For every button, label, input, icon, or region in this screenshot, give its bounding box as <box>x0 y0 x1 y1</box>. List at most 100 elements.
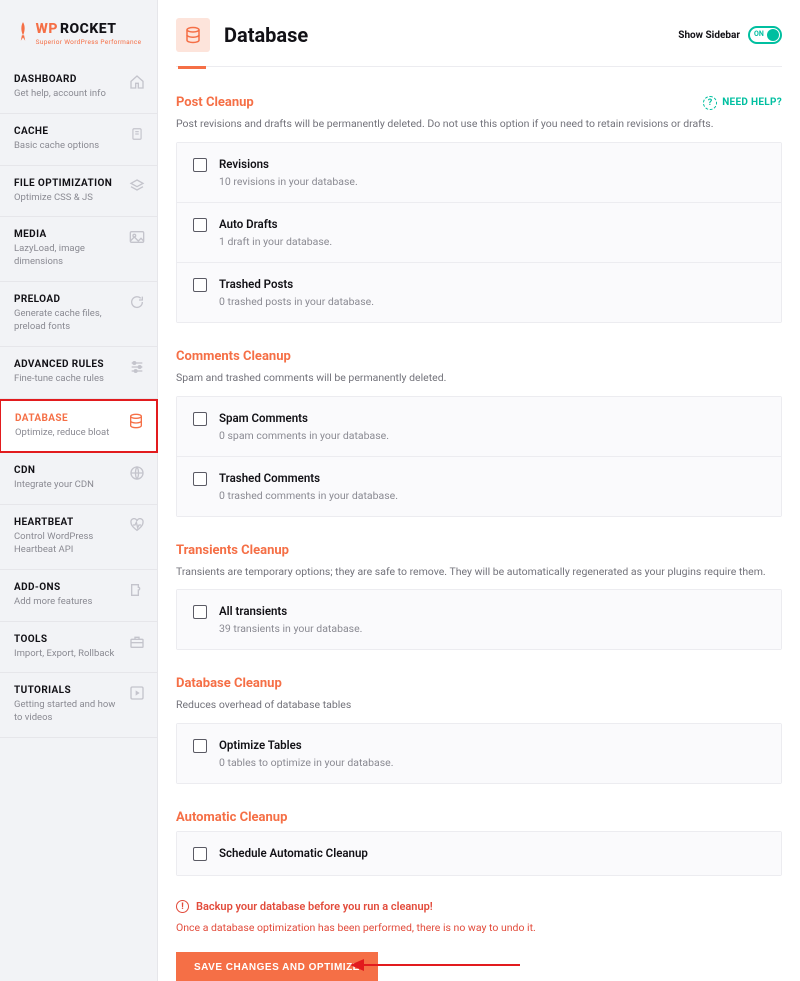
globe-icon <box>129 465 145 481</box>
option-sub: 1 draft in your database. <box>219 235 332 248</box>
option-title: All transients <box>219 604 362 618</box>
section-title: Transients Cleanup <box>176 543 289 558</box>
puzzle-icon <box>129 582 145 598</box>
section-desc: Post revisions and drafts will be perman… <box>176 116 782 132</box>
option-sub: 0 trashed posts in your database. <box>219 295 374 308</box>
sidebar-item-heartbeat[interactable]: HEARTBEAT Control WordPress Heartbeat AP… <box>0 505 157 570</box>
checkbox[interactable] <box>193 218 207 232</box>
sidebar-item-sublabel: Control WordPress Heartbeat API <box>14 531 123 557</box>
sidebar-item-label: ADD-ONS <box>14 582 123 593</box>
option-schedule-cleanup: Schedule Automatic Cleanup <box>177 832 781 875</box>
image-icon <box>129 229 145 245</box>
sidebar-item-label: PRELOAD <box>14 294 123 305</box>
sidebar-item-media[interactable]: MEDIA LazyLoad, image dimensions <box>0 217 157 282</box>
sidebar-item-advanced-rules[interactable]: ADVANCED RULES Fine-tune cache rules <box>0 347 157 399</box>
file-icon <box>129 126 145 142</box>
option-sub: 10 revisions in your database. <box>219 175 358 188</box>
sidebar-item-sublabel: Generate cache files, preload fonts <box>14 308 123 334</box>
sidebar-item-label: TOOLS <box>14 634 123 645</box>
refresh-icon <box>129 294 145 310</box>
option-optimize-tables: Optimize Tables 0 tables to optimize in … <box>177 724 781 783</box>
play-icon <box>129 685 145 701</box>
option-auto-drafts: Auto Drafts 1 draft in your database. <box>177 203 781 263</box>
sidebar-item-label: DATABASE <box>15 413 122 424</box>
sidebar-item-label: TUTORIALS <box>14 685 123 696</box>
sidebar-item-label: HEARTBEAT <box>14 517 123 528</box>
sidebar-item-label: MEDIA <box>14 229 123 240</box>
sidebar-item-addons[interactable]: ADD-ONS Add more features <box>0 570 157 622</box>
brand-tagline: Superior WordPress Performance <box>36 38 142 46</box>
sidebar-item-sublabel: Fine-tune cache rules <box>14 373 123 386</box>
toolbox-icon <box>129 634 145 650</box>
checkbox[interactable] <box>193 605 207 619</box>
option-trashed-comments: Trashed Comments 0 trashed comments in y… <box>177 457 781 516</box>
section-desc: Transients are temporary options; they a… <box>176 564 782 580</box>
sidebar-item-tutorials[interactable]: TUTORIALS Getting started and how to vid… <box>0 673 157 738</box>
rocket-icon <box>16 21 30 43</box>
checkbox[interactable] <box>193 278 207 292</box>
sidebar-item-sublabel: LazyLoad, image dimensions <box>14 243 123 269</box>
section-database-cleanup: Database Cleanup Reduces overhead of dat… <box>176 676 782 784</box>
sidebar-item-sublabel: Basic cache options <box>14 140 123 153</box>
option-title: Revisions <box>219 157 358 171</box>
option-trashed-posts: Trashed Posts 0 trashed posts in your da… <box>177 263 781 322</box>
sidebar-item-label: CDN <box>14 465 123 476</box>
sidebar-item-sublabel: Import, Export, Rollback <box>14 648 123 661</box>
section-comments-cleanup: Comments Cleanup Spam and trashed commen… <box>176 349 782 517</box>
sliders-icon <box>129 359 145 375</box>
lifebuoy-icon: ? <box>703 96 717 110</box>
brand-rocket: ROCKET <box>60 21 117 37</box>
sidebar-item-preload[interactable]: PRELOAD Generate cache files, preload fo… <box>0 282 157 347</box>
show-sidebar-toggle[interactable]: Show Sidebar ON <box>678 26 782 44</box>
option-revisions: Revisions 10 revisions in your database. <box>177 143 781 203</box>
section-title: Database Cleanup <box>176 676 282 691</box>
page-header: Database Show Sidebar ON <box>176 0 782 67</box>
show-sidebar-label: Show Sidebar <box>678 30 740 41</box>
option-title: Trashed Posts <box>219 277 374 291</box>
sidebar-item-sublabel: Optimize CSS & JS <box>14 192 123 205</box>
sidebar-item-sublabel: Add more features <box>14 596 123 609</box>
sidebar-item-tools[interactable]: TOOLS Import, Export, Rollback <box>0 622 157 674</box>
option-title: Spam Comments <box>219 411 389 425</box>
brand-wp: WP <box>36 21 58 37</box>
section-desc: Reduces overhead of database tables <box>176 697 782 713</box>
sidebar-item-sublabel: Getting started and how to videos <box>14 699 123 725</box>
need-help-button[interactable]: ? NEED HELP? <box>703 96 782 110</box>
layers-icon <box>129 178 145 194</box>
sidebar-item-cdn[interactable]: CDN Integrate your CDN <box>0 453 157 505</box>
sidebar-item-sublabel: Integrate your CDN <box>14 479 123 492</box>
sidebar-item-cache[interactable]: CACHE Basic cache options <box>0 114 157 166</box>
checkbox[interactable] <box>193 472 207 486</box>
home-icon <box>129 74 145 90</box>
checkbox[interactable] <box>193 158 207 172</box>
section-automatic-cleanup: Automatic Cleanup Schedule Automatic Cle… <box>176 810 782 876</box>
heartbeat-icon <box>129 517 145 533</box>
section-title: Comments Cleanup <box>176 349 291 364</box>
database-icon <box>128 413 144 429</box>
sidebar-item-dashboard[interactable]: DASHBOARD Get help, account info <box>0 62 157 114</box>
need-help-label: NEED HELP? <box>722 97 782 108</box>
option-spam-comments: Spam Comments 0 spam comments in your da… <box>177 397 781 457</box>
save-changes-button[interactable]: SAVE CHANGES AND OPTIMIZE <box>176 952 378 981</box>
brand-logo: WPROCKET Superior WordPress Performance <box>0 10 157 62</box>
sidebar-item-database[interactable]: DATABASE Optimize, reduce bloat <box>0 399 158 454</box>
checkbox[interactable] <box>193 847 207 861</box>
option-sub: 0 spam comments in your database. <box>219 429 389 442</box>
option-title: Trashed Comments <box>219 471 398 485</box>
warning-title: Backup your database before you run a cl… <box>196 900 433 913</box>
section-desc: Spam and trashed comments will be perman… <box>176 370 782 386</box>
checkbox[interactable] <box>193 739 207 753</box>
checkbox[interactable] <box>193 412 207 426</box>
option-sub: 0 tables to optimize in your database. <box>219 756 393 769</box>
option-title: Auto Drafts <box>219 217 332 231</box>
section-title: Automatic Cleanup <box>176 810 287 825</box>
option-sub: 39 transients in your database. <box>219 622 362 635</box>
toggle-switch-icon[interactable]: ON <box>748 26 782 44</box>
option-all-transients: All transients 39 transients in your dat… <box>177 590 781 649</box>
section-transients-cleanup: Transients Cleanup Transients are tempor… <box>176 543 782 651</box>
active-tab-indicator <box>178 66 206 69</box>
sidebar-item-file-optimization[interactable]: FILE OPTIMIZATION Optimize CSS & JS <box>0 166 157 218</box>
sidebar-item-sublabel: Optimize, reduce bloat <box>15 427 122 440</box>
sidebar-item-label: ADVANCED RULES <box>14 359 123 370</box>
option-title: Optimize Tables <box>219 738 393 752</box>
